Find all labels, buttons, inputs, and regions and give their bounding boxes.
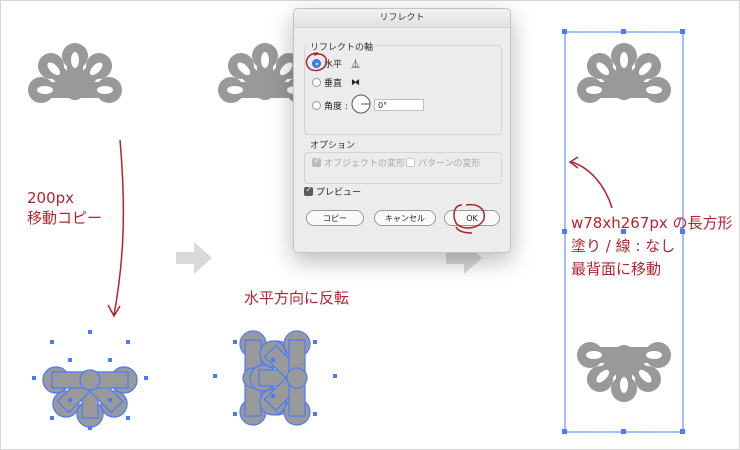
rect-note-arrow (571, 161, 613, 209)
flower-shape-bottom-right (577, 342, 671, 402)
rect-note-line1: w78xh267px の長方形 (571, 214, 733, 232)
rect-note-line3: 最背面に移動 (571, 260, 662, 278)
flower-shape-selected-left[interactable] (32, 330, 148, 430)
move-copy-note-line1: 200px (27, 189, 75, 207)
flower-shape-original (28, 43, 122, 103)
move-copy-note-line2: 移動コピー (27, 209, 103, 227)
rect-note: w78xh267px の長方形 塗り / 線 : なし 最背面に移動 (571, 212, 733, 281)
flip-note: 水平方向に反転 (244, 289, 350, 307)
move-arrow (113, 139, 125, 316)
step-arrow-1 (176, 242, 212, 274)
highlight-marks (305, 52, 486, 234)
flower-shape-flipped[interactable] (213, 330, 337, 426)
rect-note-line2: 塗り / 線 : なし (571, 237, 676, 255)
reflect-dialog: リフレクト リフレクトの軸 水平 ⏅ 垂直 ⧓ 角度 : 0° オプション オブ… (293, 8, 511, 253)
move-copy-note: 200px 移動コピー (27, 188, 102, 228)
flower-shape-top-right (577, 43, 671, 103)
